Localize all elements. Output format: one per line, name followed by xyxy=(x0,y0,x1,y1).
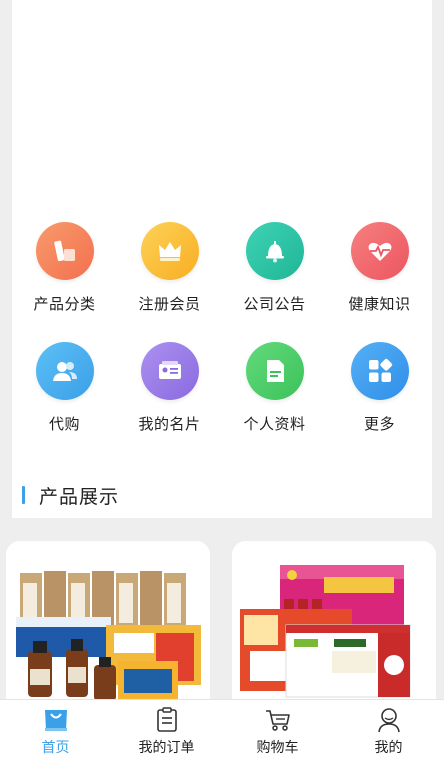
grid-item-company-notice[interactable]: 公司公告 xyxy=(222,222,327,342)
tab-label: 我的订单 xyxy=(138,740,195,756)
user-icon xyxy=(377,708,400,733)
cart-icon xyxy=(265,710,290,731)
grid-item-product-category[interactable]: 产品分类 xyxy=(12,222,117,342)
order-list-icon xyxy=(156,707,177,732)
grid-label: 公司公告 xyxy=(243,295,306,313)
users-icon xyxy=(35,342,94,400)
tab-label: 购物车 xyxy=(256,740,299,756)
product-category-icon xyxy=(35,222,94,280)
heartbeat-icon xyxy=(350,222,409,280)
grid-item-my-card[interactable]: 我的名片 xyxy=(117,342,222,462)
banner-area[interactable] xyxy=(12,0,432,200)
main-card: 产品分类 注册会员 公司公告 健康知识 代购 我的名片 个人资料 更多 产品展示 xyxy=(12,0,432,518)
crown-icon xyxy=(140,222,199,280)
grid-item-more[interactable]: 更多 xyxy=(327,342,432,462)
grid-label: 代购 xyxy=(48,415,80,433)
section-title: 产品展示 xyxy=(39,485,120,508)
tab-label: 首页 xyxy=(41,740,70,756)
grid-item-health-knowledge[interactable]: 健康知识 xyxy=(327,222,432,342)
grid-label: 个人资料 xyxy=(243,415,306,433)
home-bag-icon xyxy=(44,710,67,731)
id-card-icon xyxy=(140,342,199,400)
bottom-tab-bar: 首页 我的订单 购物车 我的 xyxy=(0,699,444,759)
document-icon xyxy=(245,342,304,400)
grid-label: 更多 xyxy=(363,415,395,433)
grid-label: 健康知识 xyxy=(348,295,411,313)
grid-item-purchase-agent[interactable]: 代购 xyxy=(12,342,117,462)
tab-me[interactable]: 我的 xyxy=(333,700,444,759)
grid-item-personal-profile[interactable]: 个人资料 xyxy=(222,342,327,462)
apps-icon xyxy=(350,342,409,400)
grid-label: 注册会员 xyxy=(138,295,201,313)
grid-item-register-member[interactable]: 注册会员 xyxy=(117,222,222,342)
grid-label: 产品分类 xyxy=(33,295,96,313)
tab-cart[interactable]: 购物车 xyxy=(222,700,333,759)
section-accent-bar xyxy=(22,486,25,504)
tab-home[interactable]: 首页 xyxy=(0,700,111,759)
tab-my-orders[interactable]: 我的订单 xyxy=(111,700,222,759)
bell-icon xyxy=(245,222,304,280)
tab-label: 我的 xyxy=(374,740,403,756)
grid-label: 我的名片 xyxy=(138,415,201,433)
feature-grid: 产品分类 注册会员 公司公告 健康知识 代购 我的名片 个人资料 更多 xyxy=(12,222,432,462)
section-header: 产品展示 xyxy=(12,478,432,512)
